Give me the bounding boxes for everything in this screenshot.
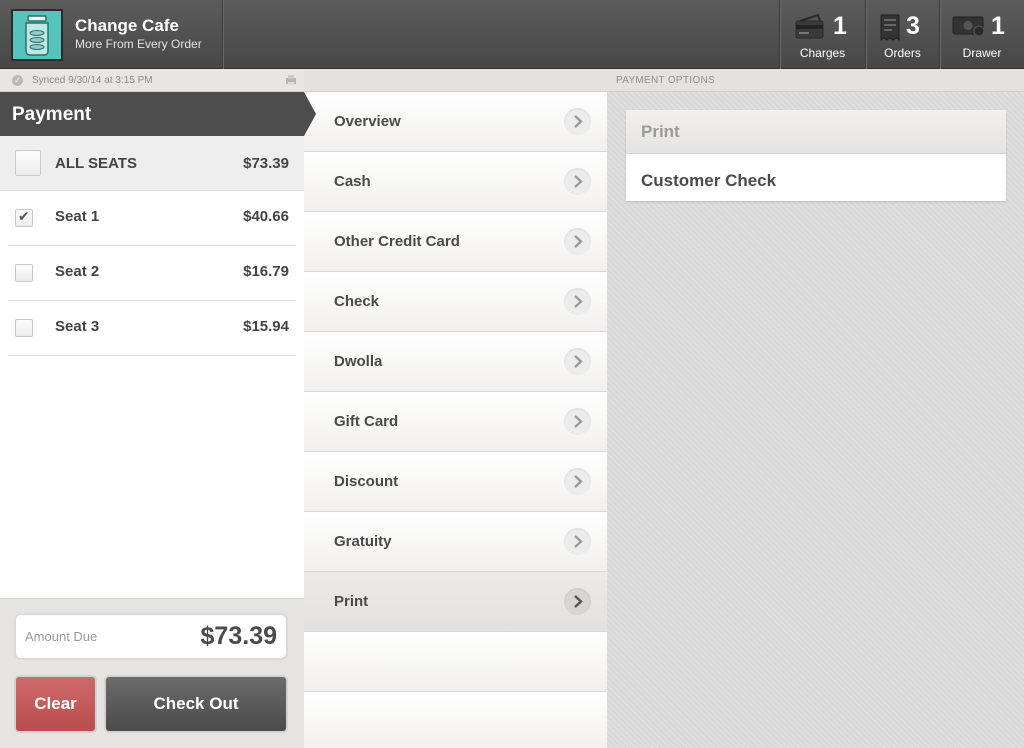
check-out-button[interactable]: Check Out — [104, 675, 288, 733]
cash-drawer-icon — [952, 16, 985, 37]
chevron-right-icon — [564, 408, 591, 435]
seat-row[interactable]: Seat 3 $15.94 — [8, 301, 296, 356]
clear-button[interactable]: Clear — [14, 675, 97, 733]
sync-status-text: Synced 9/30/14 at 3:15 PM — [32, 75, 153, 86]
seat-row[interactable]: Seat 2 $16.79 — [8, 246, 296, 301]
customer-check-option[interactable]: Customer Check — [641, 171, 776, 191]
seat-label: Seat 3 — [55, 318, 100, 335]
seat-amount: $16.79 — [243, 263, 289, 280]
menu-item-label: Cash — [334, 173, 371, 190]
payment-options-menu: Overview Cash Other Credit Card Check Dw… — [304, 92, 607, 748]
menu-item-label: Dwolla — [334, 353, 383, 370]
app-tagline: More From Every Order — [75, 37, 202, 51]
check-circle-icon: ✓ — [12, 75, 23, 86]
charges-label: Charges — [799, 46, 846, 60]
menu-item-label: Check — [334, 293, 380, 310]
menu-item-label: Print — [334, 593, 369, 610]
seat-checkbox[interactable]: ✔ — [15, 208, 33, 227]
seat-amount: $40.66 — [243, 208, 289, 225]
seat-row[interactable]: ✔ Seat 1 $40.66 — [8, 191, 296, 246]
credit-card-icon — [795, 14, 824, 39]
all-seats-label: ALL SEATS — [55, 155, 137, 172]
jar-icon — [25, 15, 49, 56]
chevron-right-icon — [564, 168, 591, 195]
sync-status-bar: ✓ Synced 9/30/14 at 3:15 PM — [0, 69, 304, 92]
divider — [222, 0, 223, 69]
chevron-right-icon — [564, 288, 591, 315]
menu-item-label: Gift Card — [334, 413, 399, 430]
charges-count: 1 — [833, 12, 847, 40]
orders-button[interactable]: 3 Orders — [866, 0, 939, 69]
menu-item-dwolla[interactable]: Dwolla — [304, 332, 607, 392]
section-header: PAYMENT OPTIONS — [304, 69, 1024, 92]
top-bar: Change Cafe More From Every Order 1 Char… — [0, 0, 1024, 69]
menu-item-label: Gratuity — [334, 533, 392, 550]
orders-label: Orders — [884, 46, 921, 60]
chevron-right-icon — [564, 348, 591, 375]
menu-item-empty — [304, 692, 607, 748]
seat-amount: $15.94 — [243, 318, 289, 335]
menu-item-gratuity[interactable]: Gratuity — [304, 512, 607, 572]
detail-panel: Print Customer Check — [607, 92, 1024, 748]
receipt-icon — [880, 14, 900, 41]
orders-count: 3 — [906, 12, 920, 40]
menu-item-check[interactable]: Check — [304, 272, 607, 332]
print-card-title: Print — [626, 110, 1006, 154]
menu-item-empty — [304, 632, 607, 692]
seat-checkbox[interactable] — [15, 264, 33, 282]
print-card: Print Customer Check — [626, 110, 1006, 201]
menu-item-cash[interactable]: Cash — [304, 152, 607, 212]
menu-item-label: Overview — [334, 113, 401, 130]
menu-item-label: Other Credit Card — [334, 233, 460, 250]
menu-item-label: Discount — [334, 473, 399, 490]
amount-due-value: $73.39 — [200, 622, 277, 650]
menu-item-gift-card[interactable]: Gift Card — [304, 392, 607, 452]
all-seats-checkbox[interactable] — [15, 150, 41, 176]
all-seats-row[interactable]: ALL SEATS $73.39 — [0, 136, 304, 191]
chevron-right-icon — [564, 108, 591, 135]
drawer-count: 1 — [991, 12, 1005, 40]
chevron-right-icon — [564, 528, 591, 555]
seat-label: Seat 2 — [55, 263, 100, 280]
chevron-right-icon — [564, 588, 591, 615]
seat-label: Seat 1 — [55, 208, 100, 225]
app-name: Change Cafe — [75, 16, 179, 35]
chevron-right-icon — [564, 468, 591, 495]
amount-due-field: Amount Due $73.39 — [14, 613, 288, 660]
menu-item-overview[interactable]: Overview — [304, 92, 607, 152]
drawer-button[interactable]: 1 Drawer — [940, 0, 1024, 69]
checkmark-icon: ✔ — [18, 208, 30, 224]
all-seats-amount: $73.39 — [243, 155, 289, 172]
printer-icon[interactable] — [285, 74, 297, 86]
payment-title-arrow — [304, 92, 316, 136]
section-title: PAYMENT OPTIONS — [616, 75, 715, 86]
menu-item-print[interactable]: Print — [304, 572, 607, 632]
drawer-label: Drawer — [962, 46, 1002, 60]
menu-item-discount[interactable]: Discount — [304, 452, 607, 512]
amount-due-label: Amount Due — [25, 629, 98, 644]
charges-button[interactable]: 1 Charges — [780, 0, 865, 69]
chevron-right-icon — [564, 228, 591, 255]
payment-title: Payment — [0, 92, 304, 136]
seat-checkbox[interactable] — [15, 319, 33, 337]
app-logo[interactable] — [11, 9, 63, 61]
menu-item-other-credit-card[interactable]: Other Credit Card — [304, 212, 607, 272]
